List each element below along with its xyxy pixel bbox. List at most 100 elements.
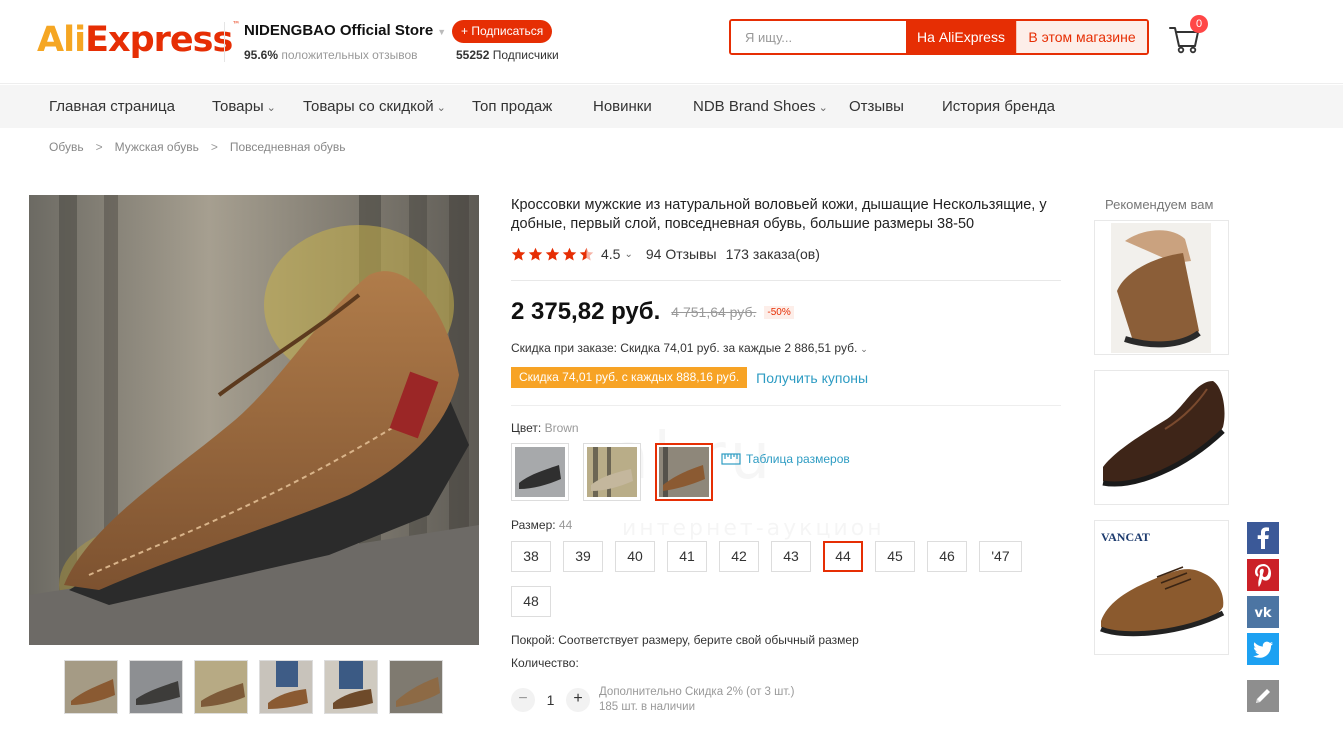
store-dropdown-icon: ▼	[437, 27, 447, 37]
twitter-icon	[1247, 633, 1279, 665]
decrease-quantity-button[interactable]: −	[511, 688, 535, 712]
size-chart-link[interactable]: Таблица размеров	[721, 452, 850, 466]
divider	[511, 280, 1061, 281]
coupon-row: Скидка 74,01 руб. с каждых 888,16 руб. П…	[511, 367, 868, 388]
nav-products[interactable]: Товары ⌄	[212, 85, 276, 128]
facebook-icon	[1247, 522, 1279, 554]
old-price: 4 751,64 руб.	[671, 304, 757, 320]
search-bar: На AliExpress В этом магазине	[729, 19, 1149, 55]
nav-home[interactable]: Главная страница	[49, 85, 175, 128]
coupon-tag: Скидка 74,01 руб. с каждых 888,16 руб.	[511, 367, 751, 388]
chevron-down-icon[interactable]: ⌄	[624, 249, 632, 260]
star-icon	[511, 247, 526, 260]
followers-count: 55252 Подписчики	[456, 48, 559, 62]
facebook-share-button[interactable]	[1247, 522, 1279, 554]
chevron-down-icon: ⌄	[860, 344, 868, 354]
order-discount[interactable]: Скидка при заказе: Скидка 74,01 руб. за …	[511, 341, 868, 355]
product-thumbnail[interactable]	[129, 660, 183, 714]
size-option[interactable]: 39	[563, 541, 603, 572]
size-option[interactable]: 42	[719, 541, 759, 572]
search-store-button[interactable]: В этом магазине	[1016, 21, 1147, 53]
divider	[511, 405, 1061, 406]
edit-icon	[1247, 680, 1279, 712]
size-label: Размер: 44	[511, 518, 573, 532]
size-option[interactable]: 41	[667, 541, 707, 572]
fit-info: Покрой: Соответствует размеру, берите св…	[511, 633, 859, 647]
shoe-photo	[29, 195, 479, 645]
size-option[interactable]: 44	[823, 541, 863, 572]
size-option[interactable]: 46	[927, 541, 967, 572]
quantity-stepper: − 1 + Дополнительно Скидка 2% (от 3 шт.)…	[511, 685, 794, 715]
store-header: AliExpress™ NIDENGBAO Official Store ▼ 95…	[0, 0, 1343, 84]
main-product-image[interactable]	[29, 195, 479, 645]
nav-top-sales[interactable]: Топ продаж	[472, 85, 552, 128]
size-option[interactable]: 43	[771, 541, 811, 572]
size-option[interactable]: 45	[875, 541, 915, 572]
nav-new[interactable]: Новинки	[593, 85, 652, 128]
edit-button[interactable]	[1247, 680, 1279, 712]
cart-badge: 0	[1190, 15, 1208, 33]
product-thumbnail[interactable]	[64, 660, 118, 714]
chevron-down-icon: ⌄	[436, 102, 446, 114]
size-options: 38 39 40 41 42 43 44 45 46 '47 48	[511, 541, 1051, 617]
watermark-subtitle: интернет-аукцион	[622, 516, 885, 541]
quantity-info: Дополнительно Скидка 2% (от 3 шт.) 185 ш…	[599, 685, 794, 715]
recommended-item[interactable]: VANCAT	[1094, 520, 1229, 655]
color-swatch-brown[interactable]	[655, 443, 713, 501]
store-rating: 95.6% положительных отзывов	[244, 48, 418, 62]
recommended-item[interactable]	[1094, 220, 1229, 355]
chevron-right-icon: >	[95, 140, 103, 154]
nav-brand-history[interactable]: История бренда	[942, 85, 1055, 128]
ruler-icon	[721, 453, 741, 465]
vk-share-button[interactable]: vk	[1247, 596, 1279, 628]
cart-button[interactable]: 0	[1168, 15, 1208, 58]
orders-count: 173 заказа(ов)	[725, 246, 820, 262]
thumbnail-strip	[64, 660, 443, 714]
recommended-item[interactable]	[1094, 370, 1229, 505]
get-coupons-link[interactable]: Получить купоны	[756, 370, 868, 386]
increase-quantity-button[interactable]: +	[566, 688, 590, 712]
stock-count: 185 шт. в наличии	[599, 701, 696, 713]
chevron-down-icon: ⌄	[818, 102, 828, 114]
size-option[interactable]: 40	[615, 541, 655, 572]
bulk-discount: Дополнительно Скидка 2% (от 3 шт.)	[599, 686, 795, 698]
breadcrumb-item[interactable]: Обувь	[49, 140, 84, 154]
size-option[interactable]: '47	[979, 541, 1022, 572]
store-name[interactable]: NIDENGBAO Official Store ▼	[244, 22, 446, 39]
nav-brand-shoes[interactable]: NDB Brand Shoes ⌄	[693, 85, 828, 128]
nav-sale[interactable]: Товары со скидкой ⌄	[303, 85, 446, 128]
product-thumbnail[interactable]	[324, 660, 378, 714]
product-thumbnail[interactable]	[389, 660, 443, 714]
chevron-right-icon: >	[210, 140, 218, 154]
size-option[interactable]: 48	[511, 586, 551, 617]
color-label: Цвет: Brown	[511, 421, 579, 435]
pinterest-icon	[1247, 559, 1279, 591]
twitter-share-button[interactable]	[1247, 633, 1279, 665]
star-icon	[579, 247, 594, 260]
subscribe-button[interactable]: + Подписаться	[452, 20, 553, 43]
breadcrumb: Обувь > Мужская обувь > Повседневная обувь	[49, 140, 346, 154]
reviews-link[interactable]: 94 Отзывы	[646, 246, 717, 262]
product-thumbnail[interactable]	[259, 660, 313, 714]
star-icon	[562, 247, 577, 260]
quantity-label: Количество:	[511, 656, 579, 670]
rating-value[interactable]: 4.5	[601, 246, 620, 262]
aliexpress-logo[interactable]: AliExpress™	[37, 20, 240, 60]
svg-text:vk: vk	[1254, 606, 1271, 621]
search-input[interactable]	[731, 21, 906, 53]
size-option[interactable]: 38	[511, 541, 551, 572]
product-thumbnail[interactable]	[194, 660, 248, 714]
price-row: 2 375,82 руб. 4 751,64 руб. -50%	[511, 298, 794, 326]
brand-label: VANCAT	[1101, 530, 1150, 544]
current-price: 2 375,82 руб.	[511, 298, 661, 325]
recommend-title: Рекомендуем вам	[1105, 197, 1214, 212]
quantity-value[interactable]: 1	[535, 692, 566, 708]
nav-reviews[interactable]: Отзывы	[849, 85, 904, 128]
color-swatch-beige[interactable]	[583, 443, 641, 501]
breadcrumb-item[interactable]: Мужская обувь	[115, 140, 199, 154]
breadcrumb-item[interactable]: Повседневная обувь	[230, 140, 346, 154]
rating-row: 4.5 ⌄ 94 Отзывы 173 заказа(ов)	[511, 246, 820, 262]
color-swatch-black[interactable]	[511, 443, 569, 501]
pinterest-share-button[interactable]	[1247, 559, 1279, 591]
search-aliexpress-button[interactable]: На AliExpress	[906, 21, 1016, 53]
